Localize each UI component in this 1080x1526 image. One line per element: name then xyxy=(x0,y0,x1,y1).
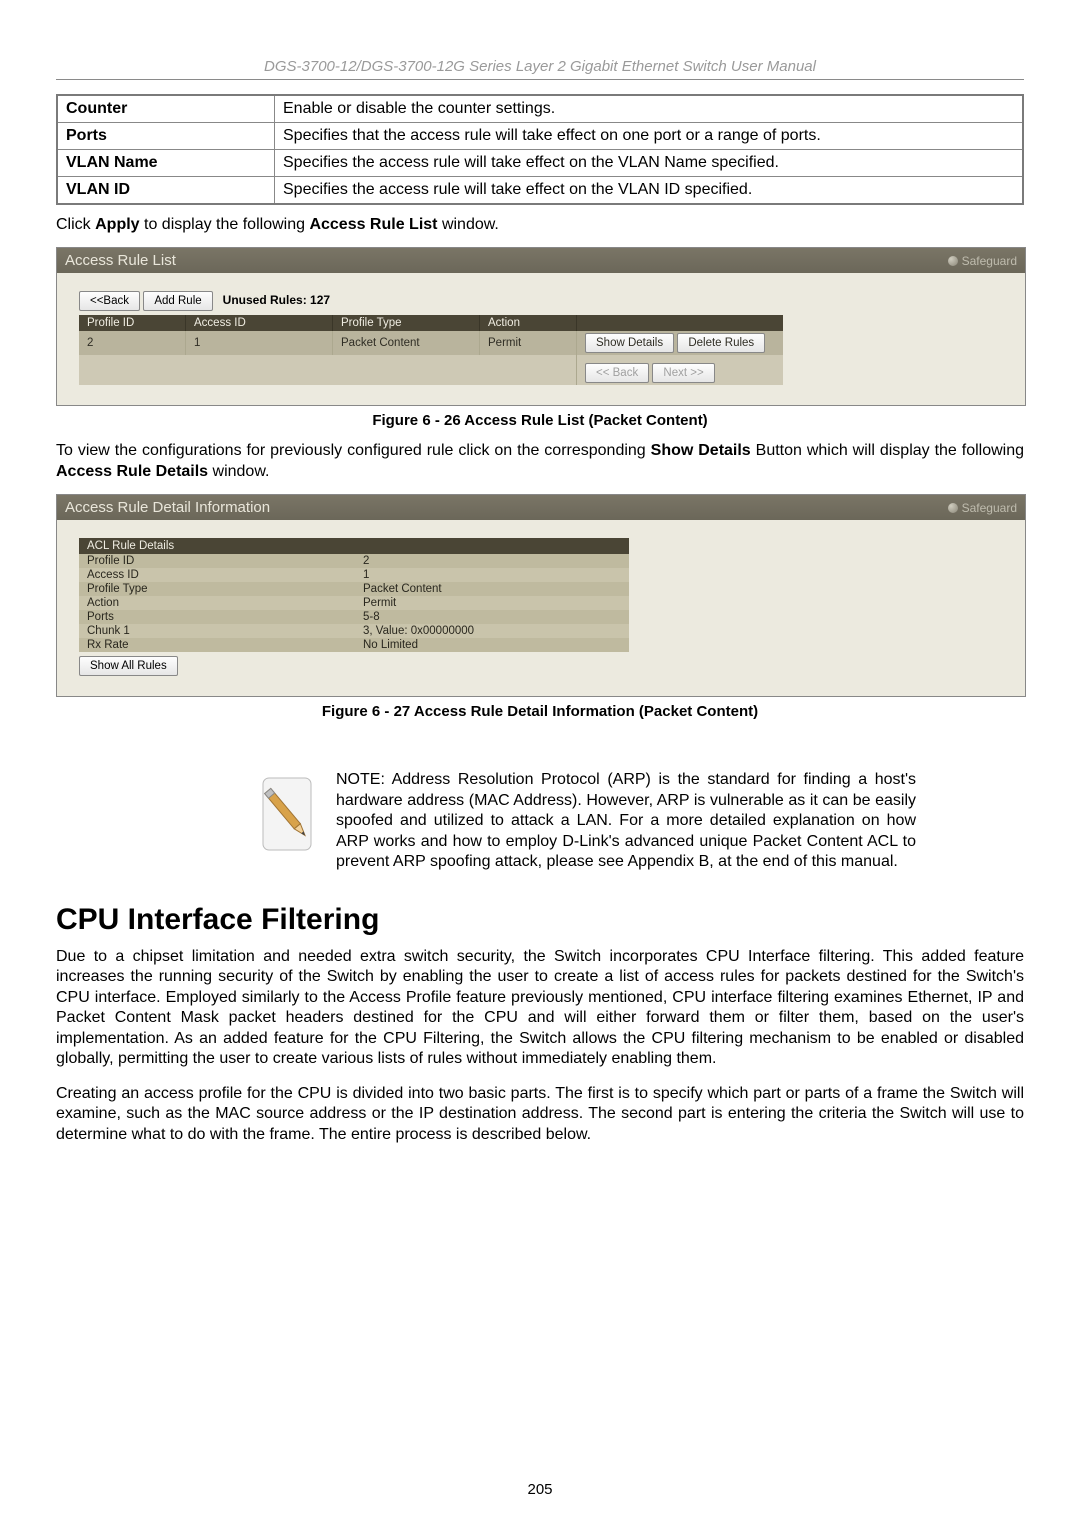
param-label: Counter xyxy=(57,95,275,123)
detail-key: Rx Rate xyxy=(79,638,355,652)
figure-caption: Figure 6 - 26 Access Rule List (Packet C… xyxy=(56,412,1024,429)
col-access-id: Access ID xyxy=(186,315,333,331)
safeguard-icon xyxy=(948,503,958,513)
safeguard-icon xyxy=(948,256,958,266)
page-number: 205 xyxy=(0,1481,1080,1498)
param-label: VLAN ID xyxy=(57,177,275,205)
param-label: VLAN Name xyxy=(57,150,275,177)
cell-access-id: 1 xyxy=(186,331,333,355)
detail-val: 5-8 xyxy=(355,610,629,624)
section-heading: CPU Interface Filtering xyxy=(56,903,1024,937)
window-title: Access Rule Detail Information xyxy=(65,499,270,516)
detail-val: No Limited xyxy=(355,638,629,652)
detail-val: 2 xyxy=(355,554,629,568)
col-profile-type: Profile Type xyxy=(333,315,480,331)
cell-action: Permit xyxy=(480,331,577,355)
cell-profile-id: 2 xyxy=(79,331,186,355)
detail-val: 1 xyxy=(355,568,629,582)
figure-caption: Figure 6 - 27 Access Rule Detail Informa… xyxy=(56,703,1024,720)
back-button[interactable]: <<Back xyxy=(79,291,140,311)
instruction-text: Click Apply to display the following Acc… xyxy=(56,215,1024,235)
col-profile-id: Profile ID xyxy=(79,315,186,331)
detail-key: Profile Type xyxy=(79,582,355,596)
safeguard-badge: Safeguard xyxy=(948,254,1017,268)
access-rule-list-window: Access Rule List Safeguard <<Back Add Ru… xyxy=(56,247,1026,406)
param-label: Ports xyxy=(57,123,275,150)
add-rule-button[interactable]: Add Rule xyxy=(143,291,212,311)
detail-key: Action xyxy=(79,596,355,610)
col-action: Action xyxy=(480,315,577,331)
note-label: NOTE: xyxy=(336,771,385,788)
pager-next-button[interactable]: Next >> xyxy=(652,363,714,383)
parameter-table: Counter Enable or disable the counter se… xyxy=(56,94,1024,205)
body-paragraph: Due to a chipset limitation and needed e… xyxy=(56,947,1024,1070)
pager-back-button[interactable]: << Back xyxy=(585,363,649,383)
detail-val: Packet Content xyxy=(355,582,629,596)
body-paragraph: Creating an access profile for the CPU i… xyxy=(56,1084,1024,1145)
show-all-rules-button[interactable]: Show All Rules xyxy=(79,656,178,676)
access-rule-detail-window: Access Rule Detail Information Safeguard… xyxy=(56,494,1026,697)
cell-profile-type: Packet Content xyxy=(333,331,480,355)
param-desc: Specifies the access rule will take effe… xyxy=(275,177,1024,205)
note-body: Address Resolution Protocol (ARP) is the… xyxy=(336,771,916,870)
table-row: 2 1 Packet Content Permit Show Details D… xyxy=(79,331,783,355)
unused-rules-label: Unused Rules: 127 xyxy=(223,293,330,307)
doc-header: DGS-3700-12/DGS-3700-12G Series Layer 2 … xyxy=(56,58,1024,80)
show-details-button[interactable]: Show Details xyxy=(585,333,674,353)
pencil-icon xyxy=(256,770,318,856)
note-block: NOTE: Address Resolution Protocol (ARP) … xyxy=(256,770,916,872)
detail-key: Ports xyxy=(79,610,355,624)
detail-key: Profile ID xyxy=(79,554,355,568)
window-title: Access Rule List xyxy=(65,252,176,269)
detail-val: 3, Value: 0x00000000 xyxy=(355,624,629,638)
instruction-text: To view the configurations for previousl… xyxy=(56,441,1024,482)
detail-val: Permit xyxy=(355,596,629,610)
detail-key: Chunk 1 xyxy=(79,624,355,638)
safeguard-badge: Safeguard xyxy=(948,501,1017,515)
param-desc: Enable or disable the counter settings. xyxy=(275,95,1024,123)
param-desc: Specifies that the access rule will take… xyxy=(275,123,1024,150)
detail-key: Access ID xyxy=(79,568,355,582)
detail-section-header: ACL Rule Details xyxy=(79,538,629,554)
param-desc: Specifies the access rule will take effe… xyxy=(275,150,1024,177)
delete-rules-button[interactable]: Delete Rules xyxy=(677,333,765,353)
pager-row: << Back Next >> xyxy=(79,355,783,385)
